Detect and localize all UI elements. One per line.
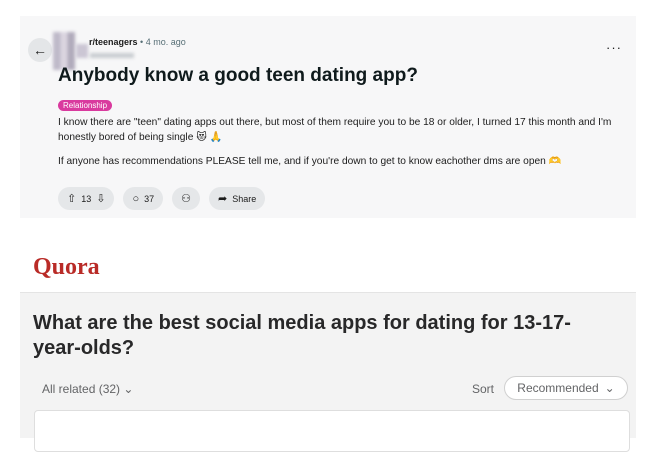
share-label: Share (232, 193, 257, 204)
quora-question-card: What are the best social media apps for … (20, 292, 636, 452)
award-icon: ⚇ (181, 193, 191, 205)
vote-control: ⇧ 13 ⇩ (58, 187, 115, 210)
back-arrow-icon: ← (33, 42, 47, 58)
comment-count: 37 (144, 193, 155, 204)
vote-score: 13 (81, 193, 92, 204)
subreddit-link[interactable]: r/teenagers (89, 37, 138, 47)
post-flair[interactable]: Relationship (58, 100, 113, 111)
share-icon: ➦ (218, 193, 228, 205)
sort-dropdown[interactable]: Recommended ⌄ (504, 376, 628, 400)
more-options-button[interactable]: ··· (606, 40, 622, 55)
answer-preview-card[interactable] (34, 410, 630, 452)
avatar-blur (76, 44, 88, 58)
post-meta: r/teenagers • 4 mo. ago (89, 37, 186, 47)
post-paragraph: If anyone has recommendations PLEASE tel… (58, 156, 562, 167)
back-button[interactable]: ← (28, 38, 52, 62)
all-related-filter[interactable]: All related (32) ⌄ (42, 382, 133, 396)
downvote-icon[interactable]: ⇩ (96, 192, 105, 205)
all-related-label: All related (32) (42, 382, 121, 396)
sort-label: Sort (472, 382, 495, 396)
blurred-username (90, 53, 134, 58)
post-paragraph: I know there are "teen" dating apps out … (58, 117, 612, 143)
post-body: I know there are "teen" dating apps out … (58, 115, 628, 178)
award-button[interactable]: ⚇ (172, 187, 200, 210)
reddit-post-card: ← r/teenagers • 4 mo. ago ··· Anybody kn… (20, 16, 636, 218)
chevron-down-icon: ⌄ (604, 381, 615, 395)
post-title[interactable]: Anybody know a good teen dating app? (58, 65, 418, 87)
post-time: • 4 mo. ago (140, 37, 186, 47)
comment-icon: ○ (132, 192, 140, 205)
share-button[interactable]: ➦ Share (209, 187, 266, 210)
comments-button[interactable]: ○ 37 (123, 187, 164, 210)
post-actions: ⇧ 13 ⇩ ○ 37 ⚇ ➦ Share (58, 187, 266, 210)
sort-value: Recommended (517, 381, 599, 395)
chevron-down-icon: ⌄ (123, 382, 134, 396)
upvote-icon[interactable]: ⇧ (67, 192, 76, 205)
question-title[interactable]: What are the best social media apps for … (33, 311, 603, 361)
quora-logo[interactable]: Quora (33, 254, 100, 281)
